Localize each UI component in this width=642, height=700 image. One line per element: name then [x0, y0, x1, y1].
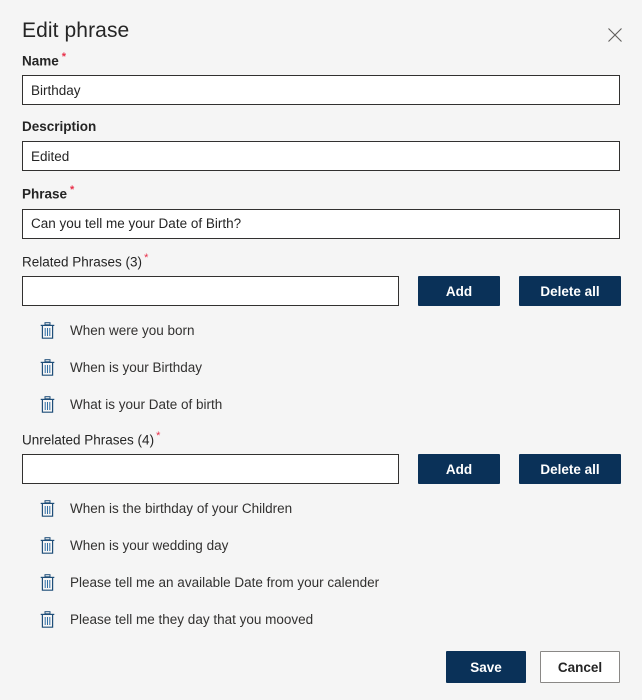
list-item: When were you born — [0, 312, 642, 349]
list-item-label: When is the birthday of your Children — [70, 501, 293, 517]
related-phrases-required-asterisk: * — [144, 251, 149, 264]
related-delete-all-button[interactable]: Delete all — [519, 276, 621, 306]
unrelated-phrase-input[interactable] — [22, 454, 399, 485]
cancel-button[interactable]: Cancel — [540, 651, 620, 683]
save-button[interactable]: Save — [446, 651, 526, 683]
name-required-asterisk: * — [61, 51, 67, 63]
list-item: What is your Date of birth — [0, 386, 642, 423]
list-item: When is your Birthday — [0, 349, 642, 386]
list-item: Please tell me an available Date from yo… — [0, 564, 642, 601]
list-item-label: What is your Date of birth — [70, 396, 223, 412]
related-phrases-add-row: Add Delete all — [0, 276, 642, 306]
dialog-body: Name* Description Phrase* Related Phrase… — [0, 52, 642, 638]
unrelated-add-button[interactable]: Add — [418, 454, 500, 485]
dialog-header: Edit phrase — [0, 0, 642, 52]
unrelated-phrases-required-asterisk: * — [156, 430, 161, 442]
list-item-label: Please tell me an available Date from yo… — [70, 575, 380, 591]
unrelated-phrases-add-row: Add Delete all — [0, 454, 642, 485]
trash-icon[interactable] — [40, 574, 55, 592]
description-input[interactable] — [22, 141, 620, 172]
edit-phrase-dialog: Edit phrase Name* Description Phrase* — [0, 0, 642, 700]
related-phrases-label: Related Phrases (3) * — [0, 251, 642, 276]
related-phrases-list: When were you born When is your Birthday — [0, 312, 642, 423]
unrelated-delete-all-button[interactable]: Delete all — [519, 454, 621, 485]
list-item: When is your wedding day — [0, 527, 642, 564]
trash-icon[interactable] — [40, 322, 55, 339]
name-label-text: Name — [22, 53, 59, 69]
description-label: Description — [0, 119, 642, 141]
name-input[interactable] — [22, 75, 620, 106]
unrelated-phrases-list: When is the birthday of your Children Wh… — [0, 490, 642, 638]
page-title: Edit phrase — [22, 19, 130, 42]
trash-icon[interactable] — [40, 500, 55, 518]
related-phrases-label-text: Related Phrases (3) — [22, 254, 143, 270]
phrase-input[interactable] — [22, 208, 620, 239]
related-add-button[interactable]: Add — [418, 276, 500, 306]
trash-icon[interactable] — [40, 396, 55, 413]
close-icon — [607, 27, 623, 43]
trash-icon[interactable] — [40, 359, 55, 376]
name-label: Name * — [0, 52, 642, 75]
list-item-label: When is your Birthday — [70, 359, 203, 375]
list-item-label: When is your wedding day — [70, 538, 229, 554]
list-item-label: When were you born — [70, 322, 195, 338]
dialog-footer: Save Cancel — [0, 634, 642, 700]
unrelated-phrases-label-text: Unrelated Phrases (4) — [22, 432, 155, 448]
phrase-label-text: Phrase — [22, 186, 68, 202]
phrase-label: Phrase * — [0, 185, 642, 208]
list-item: Please tell me they day that you mooved — [0, 601, 642, 638]
phrase-required-asterisk: * — [70, 184, 75, 197]
trash-icon[interactable] — [40, 537, 55, 555]
list-item-label: Please tell me they day that you mooved — [70, 612, 314, 628]
trash-icon[interactable] — [40, 611, 55, 629]
unrelated-phrases-label: Unrelated Phrases (4) * — [0, 431, 642, 454]
list-item: When is the birthday of your Children — [0, 490, 642, 527]
close-button[interactable] — [602, 22, 628, 48]
description-label-text: Description — [22, 119, 97, 135]
related-phrase-input[interactable] — [22, 276, 399, 306]
